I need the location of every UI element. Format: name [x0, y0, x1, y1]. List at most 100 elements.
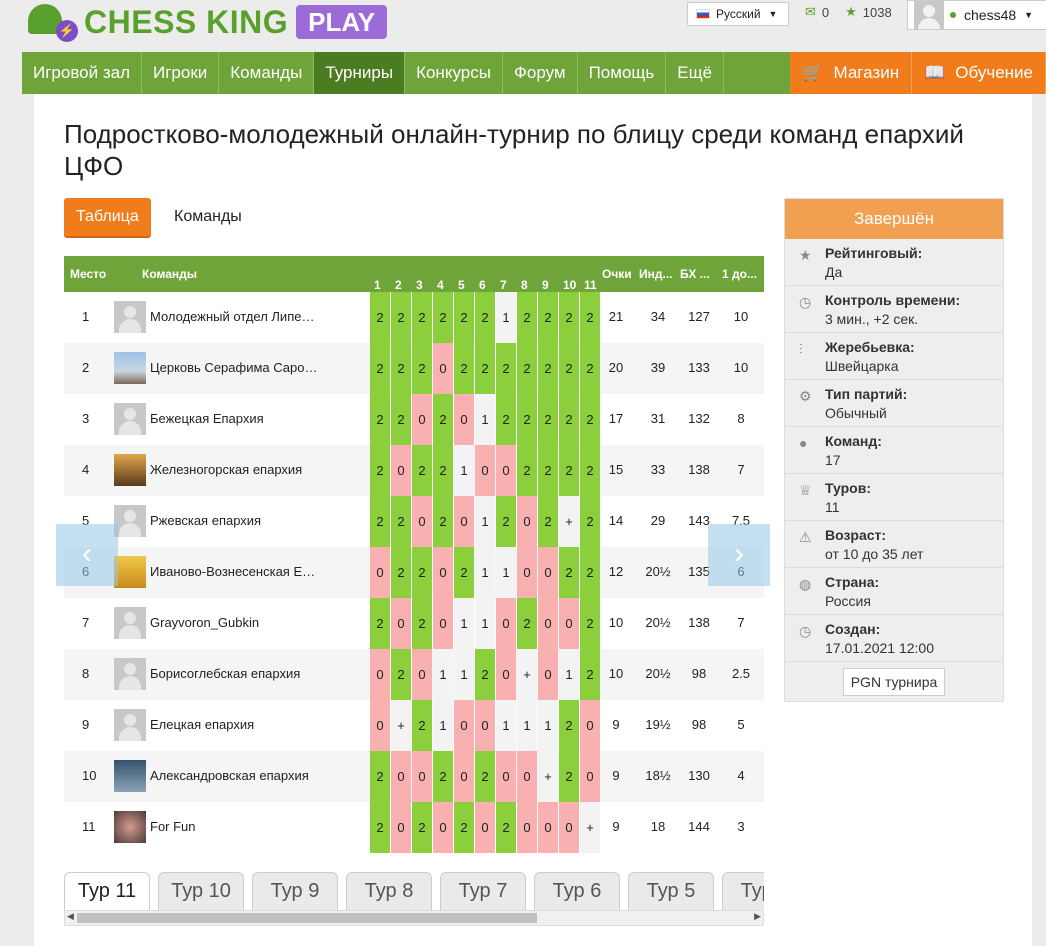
round-result-cell[interactable]: 0 — [391, 751, 411, 802]
tab-table[interactable]: Таблица — [64, 198, 151, 236]
round-result-cell[interactable]: 2 — [412, 343, 432, 394]
round-result-cell[interactable]: 0 — [391, 445, 411, 496]
round-result-cell[interactable]: 1 — [454, 445, 474, 496]
round-result-cell[interactable]: 2 — [559, 751, 579, 802]
nav-learn-button[interactable]: 📖 Обучение — [912, 52, 1046, 94]
scroll-right-button[interactable]: › — [708, 524, 770, 586]
round-result-cell[interactable]: 0 — [517, 802, 537, 853]
scrollbar-thumb[interactable] — [77, 913, 537, 923]
round-result-cell[interactable]: 2 — [391, 394, 411, 445]
team-avatar[interactable] — [114, 301, 146, 333]
round-result-cell[interactable]: 0 — [517, 547, 537, 598]
user-menu[interactable]: chess48 ▼ — [907, 0, 1046, 30]
mail-icon[interactable]: ✉ — [805, 4, 816, 20]
tab-teams[interactable]: Команды — [174, 208, 242, 226]
round-result-cell[interactable]: + — [391, 700, 411, 751]
round-result-cell[interactable]: 2 — [559, 445, 579, 496]
round-result-cell[interactable]: 2 — [454, 547, 474, 598]
table-row[interactable]: 4 Железногорская епархия 2 0 2 2 1 0 0 2 2 2 2 15 33… — [64, 445, 764, 496]
round-result-cell[interactable]: 2 — [517, 343, 537, 394]
round-result-cell[interactable]: 0 — [475, 802, 495, 853]
round-result-cell[interactable]: 1 — [496, 292, 516, 343]
team-avatar[interactable] — [114, 811, 146, 843]
round-result-cell[interactable]: 2 — [580, 445, 600, 496]
round-result-cell[interactable]: + — [580, 802, 600, 853]
round-result-cell[interactable]: 0 — [454, 751, 474, 802]
round-result-cell[interactable]: 1 — [496, 700, 516, 751]
table-row[interactable]: 7 Grayvoron_Gubkin 2 0 2 0 1 1 0 2 0 0 2 10 20½ 138 7 — [64, 598, 764, 649]
round-result-cell[interactable]: 2 — [580, 547, 600, 598]
table-row[interactable]: 8 Борисоглебская епархия 0 2 0 1 1 2 0 +0 1 2 10 20… — [64, 649, 764, 700]
nav-shop-button[interactable]: 🛒 Магазин — [790, 52, 913, 94]
team-avatar[interactable] — [114, 454, 146, 486]
table-row[interactable]: 9 Елецкая епархия 0 +2 1 0 0 1 1 1 2 0 9 19½ 98 5 — [64, 700, 764, 751]
round-result-cell[interactable]: 2 — [496, 394, 516, 445]
round-result-cell[interactable]: 2 — [517, 445, 537, 496]
round-result-cell[interactable]: 2 — [538, 292, 558, 343]
round-result-cell[interactable]: 0 — [391, 598, 411, 649]
round-result-cell[interactable]: 2 — [475, 649, 495, 700]
round-result-cell[interactable]: 0 — [412, 751, 432, 802]
round-result-cell[interactable]: 2 — [370, 496, 390, 547]
team-name-link[interactable]: Елецкая епархия — [150, 717, 320, 732]
round-result-cell[interactable]: 0 — [454, 496, 474, 547]
team-avatar[interactable] — [114, 607, 146, 639]
team-name-link[interactable]: Иваново-Вознесенская Е… — [150, 564, 320, 579]
round-result-cell[interactable]: 2 — [412, 547, 432, 598]
round-result-cell[interactable]: 1 — [496, 547, 516, 598]
round-result-cell[interactable]: 2 — [433, 292, 453, 343]
round-result-cell[interactable]: 2 — [475, 751, 495, 802]
round-result-cell[interactable]: 2 — [496, 802, 516, 853]
language-select[interactable]: Русский ▼ — [687, 2, 789, 26]
round-result-cell[interactable]: 0 — [538, 649, 558, 700]
round-result-cell[interactable]: 1 — [454, 649, 474, 700]
messages-count[interactable]: 0 — [822, 5, 829, 20]
round-result-cell[interactable]: 0 — [370, 700, 390, 751]
round-result-cell[interactable]: 0 — [517, 496, 537, 547]
table-row[interactable]: 3 Бежецкая Епархия 2 2 0 2 0 1 2 2 2 2 2 17 31 132 8 — [64, 394, 764, 445]
round-result-cell[interactable]: 0 — [538, 598, 558, 649]
round-tab-7[interactable]: Тур 7 — [440, 872, 526, 910]
round-result-cell[interactable]: 2 — [412, 700, 432, 751]
round-result-cell[interactable]: 2 — [580, 496, 600, 547]
round-result-cell[interactable]: 2 — [580, 394, 600, 445]
horizontal-scrollbar[interactable]: ◀ ▶ — [64, 910, 764, 926]
round-result-cell[interactable]: 2 — [412, 292, 432, 343]
round-result-cell[interactable]: 0 — [412, 496, 432, 547]
round-result-cell[interactable]: 0 — [370, 649, 390, 700]
round-result-cell[interactable]: 1 — [475, 598, 495, 649]
round-result-cell[interactable]: 0 — [412, 394, 432, 445]
round-result-cell[interactable]: 2 — [454, 343, 474, 394]
team-avatar[interactable] — [114, 760, 146, 792]
round-result-cell[interactable]: 0 — [517, 751, 537, 802]
round-result-cell[interactable]: 2 — [412, 445, 432, 496]
round-result-cell[interactable]: 0 — [496, 751, 516, 802]
round-result-cell[interactable]: 0 — [496, 649, 516, 700]
round-result-cell[interactable]: 2 — [559, 394, 579, 445]
round-result-cell[interactable]: 2 — [391, 547, 411, 598]
round-result-cell[interactable]: 2 — [433, 751, 453, 802]
round-result-cell[interactable]: 0 — [391, 802, 411, 853]
table-row[interactable]: 5 Ржевская епархия 2 2 0 2 0 1 2 0 2 +2 14 29 143 7.5 — [64, 496, 764, 547]
round-result-cell[interactable]: 0 — [538, 547, 558, 598]
round-result-cell[interactable]: 2 — [391, 496, 411, 547]
team-avatar[interactable] — [114, 556, 146, 588]
round-result-cell[interactable]: 2 — [559, 292, 579, 343]
round-result-cell[interactable]: + — [538, 751, 558, 802]
team-name-link[interactable]: Александровская епархия — [150, 768, 320, 783]
team-name-link[interactable]: Бежецкая Епархия — [150, 411, 320, 426]
round-result-cell[interactable]: 2 — [580, 649, 600, 700]
round-result-cell[interactable]: 2 — [517, 598, 537, 649]
round-result-cell[interactable]: 2 — [391, 649, 411, 700]
round-result-cell[interactable]: 2 — [454, 802, 474, 853]
round-result-cell[interactable]: 0 — [496, 445, 516, 496]
team-avatar[interactable] — [114, 658, 146, 690]
team-name-link[interactable]: Борисоглебская епархия — [150, 666, 320, 681]
nav-item-more[interactable]: Ещё — [666, 52, 725, 94]
round-result-cell[interactable]: 0 — [433, 547, 453, 598]
round-result-cell[interactable]: 2 — [559, 343, 579, 394]
round-result-cell[interactable]: 1 — [517, 700, 537, 751]
round-result-cell[interactable]: 2 — [538, 445, 558, 496]
round-result-cell[interactable]: 0 — [496, 598, 516, 649]
round-result-cell[interactable]: 1 — [475, 547, 495, 598]
